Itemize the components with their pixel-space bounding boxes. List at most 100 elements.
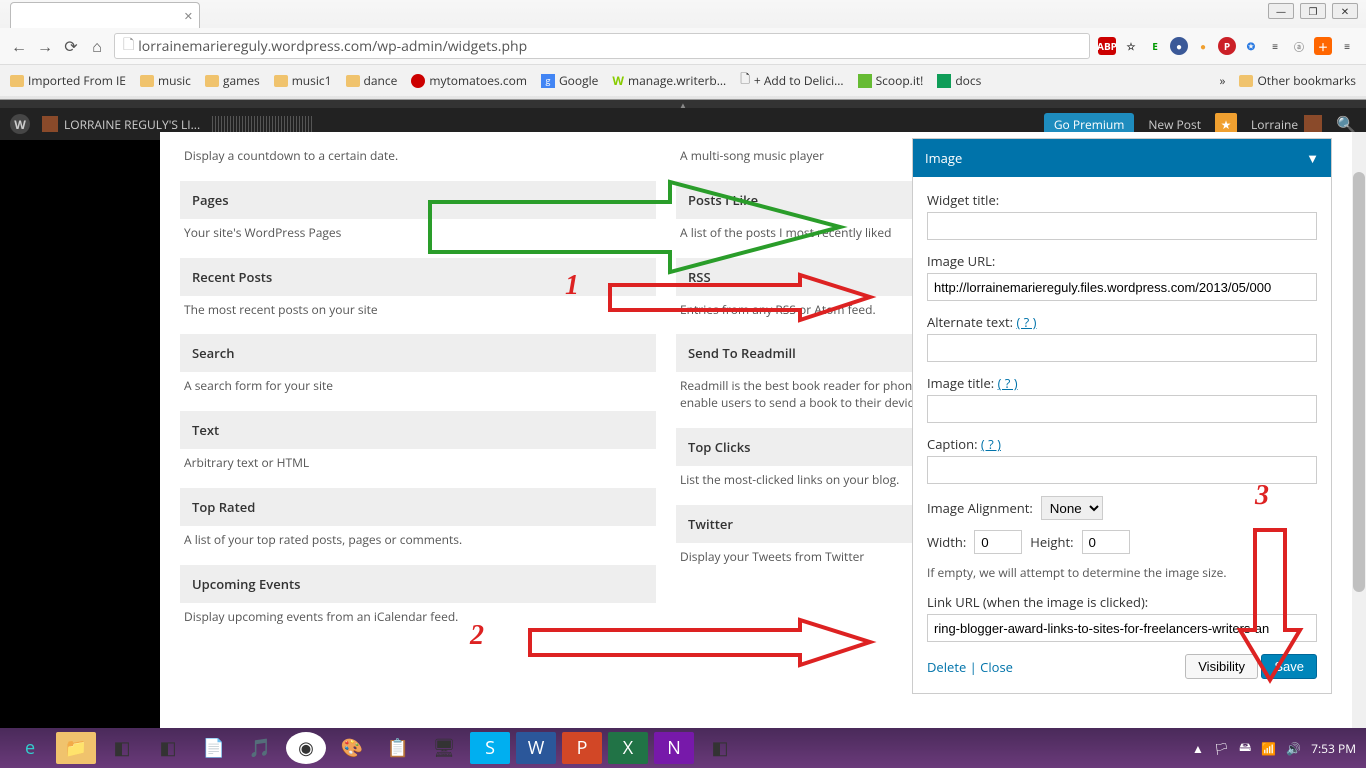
- app-icon[interactable]: 🖥: [424, 732, 464, 764]
- link-actions: Delete | Close: [927, 658, 1013, 676]
- window-controls: — ❐ ✕: [1268, 3, 1358, 19]
- skype-icon[interactable]: S: [470, 732, 510, 764]
- menu-icon[interactable]: ≡: [1338, 37, 1356, 55]
- ext-e-icon[interactable]: E: [1146, 37, 1164, 55]
- app-icon[interactable]: 📋: [378, 732, 418, 764]
- other-bookmarks[interactable]: Other bookmarks: [1239, 72, 1356, 89]
- url-bar[interactable]: 🗋 lorrainemariereguly.wordpress.com/wp-a…: [114, 33, 1090, 59]
- panel-title: Image: [925, 149, 962, 167]
- app-icon[interactable]: 🎵: [240, 732, 280, 764]
- powerpoint-icon[interactable]: P: [562, 732, 602, 764]
- stats-sparkline[interactable]: [212, 116, 312, 132]
- explorer-icon[interactable]: 📁: [56, 732, 96, 764]
- ie-icon[interactable]: e: [10, 732, 50, 764]
- caption-input[interactable]: [927, 456, 1317, 484]
- widget-item[interactable]: Display a countdown to a certain date.: [180, 142, 656, 165]
- forward-button[interactable]: →: [36, 37, 54, 55]
- bookmark-item[interactable]: Imported From IE: [10, 72, 126, 89]
- help-link[interactable]: ( ? ): [981, 435, 1001, 453]
- tab-close-icon[interactable]: ✕: [184, 9, 193, 24]
- bookmark-item[interactable]: docs: [937, 72, 981, 89]
- tray-icon[interactable]: 🖴: [1239, 738, 1251, 759]
- tab-strip: ✕: [0, 0, 1366, 28]
- close-window-button[interactable]: ✕: [1332, 3, 1358, 19]
- wordpress-logo-icon[interactable]: W: [10, 114, 30, 134]
- link-url-input[interactable]: [927, 614, 1317, 642]
- libre-icon[interactable]: 📄: [194, 732, 234, 764]
- maximize-button[interactable]: ❐: [1300, 3, 1326, 19]
- app-icon[interactable]: ◧: [700, 732, 740, 764]
- bookmark-item[interactable]: mytomatoes.com: [411, 72, 527, 89]
- buffer-icon[interactable]: ≡: [1266, 37, 1284, 55]
- ext-blue-icon[interactable]: ●: [1170, 37, 1188, 55]
- widget-item[interactable]: TextArbitrary text or HTML: [180, 411, 656, 472]
- ext-star-icon[interactable]: ✪: [1242, 37, 1260, 55]
- app-icon[interactable]: ◧: [148, 732, 188, 764]
- browser-tab[interactable]: ✕: [10, 2, 200, 28]
- extension-icons: ABP ☆ E ● ● P ✪ ≡ ⓐ ＋ ≡: [1098, 37, 1356, 55]
- excel-icon[interactable]: X: [608, 732, 648, 764]
- reload-button[interactable]: ⟳: [62, 37, 80, 55]
- bookmark-item[interactable]: 🗋+ Add to Delici...: [740, 70, 843, 91]
- network-icon[interactable]: 📶: [1261, 740, 1276, 757]
- app-icon[interactable]: ◧: [102, 732, 142, 764]
- paint-icon[interactable]: 🎨: [332, 732, 372, 764]
- close-link[interactable]: Close: [980, 658, 1013, 676]
- addthis-icon[interactable]: ＋: [1314, 37, 1332, 55]
- scrollbar[interactable]: [1352, 132, 1366, 728]
- widget-item[interactable]: Top RatedA list of your top rated posts,…: [180, 488, 656, 549]
- widget-description: A search form for your site: [180, 372, 656, 395]
- onenote-icon[interactable]: N: [654, 732, 694, 764]
- abp-icon[interactable]: ABP: [1098, 37, 1116, 55]
- help-link[interactable]: ( ? ): [998, 374, 1018, 392]
- ext-orange-icon[interactable]: ●: [1194, 37, 1212, 55]
- user-menu[interactable]: Lorraine: [1251, 115, 1322, 133]
- size-hint: If empty, we will attempt to determine t…: [927, 564, 1317, 581]
- height-input[interactable]: [1082, 530, 1130, 554]
- link-url-label: Link URL (when the image is clicked):: [927, 593, 1317, 611]
- bookmark-item[interactable]: music: [140, 72, 191, 89]
- help-link[interactable]: ( ? ): [1016, 313, 1036, 331]
- back-button[interactable]: ←: [10, 37, 28, 55]
- alignment-select[interactable]: None: [1041, 496, 1103, 520]
- alt-text-input[interactable]: [927, 334, 1317, 362]
- site-name[interactable]: LORRAINE REGULY'S LI...: [42, 116, 200, 133]
- widget-title-input[interactable]: [927, 212, 1317, 240]
- delete-link[interactable]: Delete: [927, 658, 966, 676]
- bookmark-item[interactable]: Scoop.it!: [858, 72, 924, 89]
- ext-a-icon[interactable]: ⓐ: [1290, 37, 1308, 55]
- volume-icon[interactable]: 🔊: [1286, 740, 1301, 757]
- image-title-input[interactable]: [927, 395, 1317, 423]
- scrollbar-thumb[interactable]: [1353, 172, 1365, 592]
- tray-icon[interactable]: 🏳: [1214, 740, 1229, 757]
- home-button[interactable]: ⌂: [88, 37, 106, 55]
- widget-item[interactable]: SearchA search form for your site: [180, 334, 656, 395]
- user-avatar-icon: [1304, 115, 1322, 133]
- widget-item[interactable]: Recent PostsThe most recent posts on you…: [180, 258, 656, 319]
- star-icon[interactable]: ☆: [1122, 37, 1140, 55]
- tray-up-icon[interactable]: ▲: [1192, 740, 1204, 757]
- word-icon[interactable]: W: [516, 732, 556, 764]
- width-input[interactable]: [974, 530, 1022, 554]
- bookmark-item[interactable]: music1: [274, 72, 332, 89]
- widget-description: The most recent posts on your site: [180, 296, 656, 319]
- chrome-icon[interactable]: ◉: [286, 732, 326, 764]
- pinterest-icon[interactable]: P: [1218, 37, 1236, 55]
- bookmark-item[interactable]: games: [205, 72, 260, 89]
- image-title-label: Image title: ( ? ): [927, 374, 1317, 392]
- clock[interactable]: 7:53 PM: [1311, 740, 1356, 757]
- minimize-button[interactable]: —: [1268, 3, 1294, 19]
- widget-item[interactable]: PagesYour site's WordPress Pages: [180, 181, 656, 242]
- collapse-bar[interactable]: ▲: [0, 100, 1366, 108]
- bookmarks-overflow[interactable]: »: [1220, 72, 1226, 89]
- new-post-link[interactable]: New Post: [1148, 116, 1201, 133]
- bookmark-item[interactable]: Wmanage.writerb...: [612, 72, 726, 89]
- widget-description: Your site's WordPress Pages: [180, 219, 656, 242]
- panel-header[interactable]: Image ▼: [913, 139, 1331, 177]
- save-button[interactable]: Save: [1261, 654, 1317, 679]
- bookmark-item[interactable]: gGoogle: [541, 72, 598, 89]
- bookmark-item[interactable]: dance: [346, 72, 398, 89]
- widget-item[interactable]: Upcoming EventsDisplay upcoming events f…: [180, 565, 656, 626]
- visibility-button[interactable]: Visibility: [1185, 654, 1258, 679]
- image-url-input[interactable]: [927, 273, 1317, 301]
